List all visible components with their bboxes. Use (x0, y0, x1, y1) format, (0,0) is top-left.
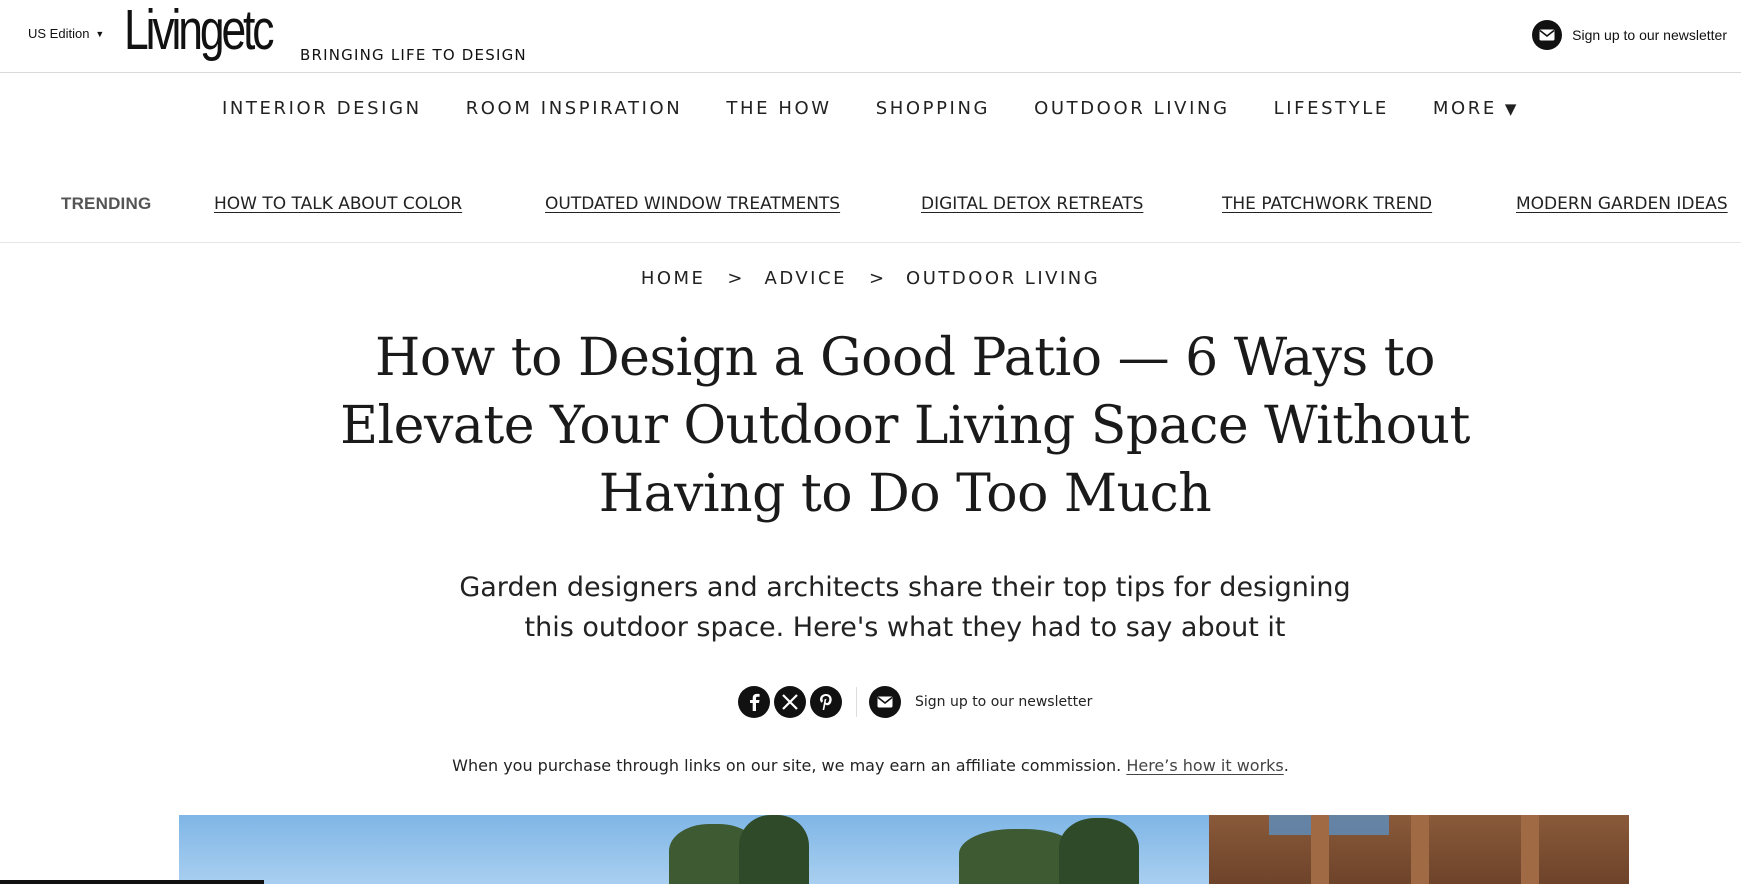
share-divider (856, 687, 857, 717)
edition-selector[interactable]: US Edition ▼ (28, 26, 104, 41)
site-logo[interactable]: Livingetc (124, 0, 275, 62)
glass-roof-shape (1269, 815, 1389, 835)
affiliate-disclosure: When you purchase through links on our s… (0, 756, 1741, 775)
facebook-icon[interactable] (738, 686, 770, 718)
top-bar: US Edition ▼ Livingetc BRINGING LIFE TO D… (0, 0, 1741, 73)
bottom-bar (0, 880, 264, 884)
logo-text: Livingetc (124, 0, 275, 62)
mail-icon[interactable] (869, 686, 901, 718)
caret-down-icon: ▼ (1504, 100, 1520, 118)
trending-link[interactable]: OUTDATED WINDOW TREATMENTS (545, 194, 840, 214)
breadcrumb-outdoor-living[interactable]: OUTDOOR LIVING (906, 268, 1100, 289)
nav-item-the-how[interactable]: THE HOW (704, 98, 853, 119)
trending-link[interactable]: THE PATCHWORK TREND (1222, 194, 1432, 214)
breadcrumb: HOME > ADVICE > OUTDOOR LIVING (0, 268, 1741, 289)
trending-link[interactable]: HOW TO TALK ABOUT COLOR (214, 194, 462, 214)
breadcrumb-advice[interactable]: ADVICE (765, 268, 847, 289)
tree-shape (1059, 818, 1139, 884)
newsletter-signup-top[interactable]: Sign up to our newsletter (1532, 20, 1727, 50)
affiliate-text: When you purchase through links on our s… (452, 756, 1122, 775)
beam-shape (1311, 815, 1329, 884)
trending-bar: TRENDING HOW TO TALK ABOUT COLOR OUTDATE… (0, 190, 1741, 243)
nav-item-room-inspiration[interactable]: ROOM INSPIRATION (444, 98, 705, 119)
trending-link[interactable]: MODERN GARDEN IDEAS (1516, 194, 1728, 214)
newsletter-label: Sign up to our newsletter (1572, 27, 1727, 43)
nav-item-interior-design[interactable]: INTERIOR DESIGN (200, 98, 444, 119)
hero-image (179, 815, 1629, 884)
trending-label: TRENDING (61, 194, 152, 213)
affiliate-how-it-works-link[interactable]: Here’s how it works (1126, 756, 1283, 775)
newsletter-link[interactable]: Sign up to our newsletter (915, 694, 1092, 710)
nav-item-outdoor-living[interactable]: OUTDOOR LIVING (1012, 98, 1252, 119)
share-bar: Sign up to our newsletter (738, 686, 1092, 718)
tree-shape (739, 815, 809, 884)
main-nav: INTERIOR DESIGN ROOM INSPIRATION THE HOW… (0, 98, 1741, 119)
beam-shape (1521, 815, 1539, 884)
nav-item-lifestyle[interactable]: LIFESTYLE (1252, 98, 1411, 119)
trending-link[interactable]: DIGITAL DETOX RETREATS (921, 194, 1143, 214)
article-headline: How to Design a Good Patio — 6 Ways to E… (340, 328, 1470, 524)
mail-icon (1532, 20, 1563, 50)
breadcrumb-home[interactable]: HOME (641, 268, 706, 289)
affiliate-period: . (1283, 756, 1289, 775)
more-label: MORE (1432, 98, 1497, 119)
article-standfirst: Garden designers and architects share th… (459, 572, 1351, 643)
caret-down-icon: ▼ (95, 29, 105, 39)
breadcrumb-separator: > (868, 268, 885, 289)
breadcrumb-separator: > (727, 268, 743, 289)
pinterest-icon[interactable] (810, 686, 842, 718)
nav-item-more[interactable]: MORE ▼ (1411, 98, 1541, 119)
beam-shape (1411, 815, 1429, 884)
edition-label: US Edition (28, 26, 90, 41)
x-icon[interactable] (774, 686, 806, 718)
nav-item-shopping[interactable]: SHOPPING (854, 98, 1012, 119)
site-tagline: BRINGING LIFE TO DESIGN (300, 46, 527, 64)
